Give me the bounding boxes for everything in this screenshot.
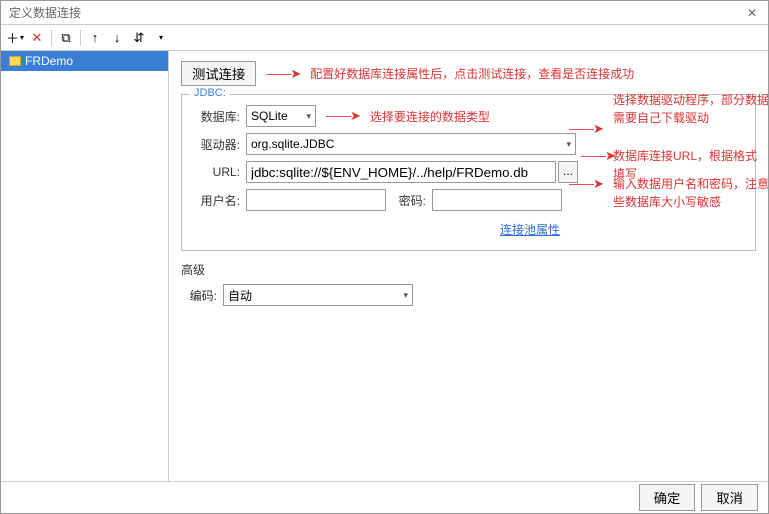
arrow-icon: ——➤	[581, 148, 615, 164]
database-value: SQLite	[251, 109, 288, 123]
move-down-button[interactable]: ↓	[107, 28, 127, 48]
chevron-down-icon: ▾	[403, 290, 408, 301]
ok-button[interactable]: 确定	[639, 484, 696, 511]
credentials-hint: 输入数据用户名和密码，注意有些数据库大小写敏感	[613, 175, 768, 211]
dialog-window: 定义数据连接 ✕ ＋▾ ✕ ⧉ ↑ ↓ ⇵ ▾ FRDemo 测试连接 ——➤ …	[0, 0, 769, 514]
add-button[interactable]: ＋▾	[5, 28, 25, 48]
password-label: 密码:	[386, 192, 426, 209]
driver-select[interactable]: org.sqlite.JDBC ▾	[246, 133, 576, 155]
test-row: 测试连接 ——➤ 配置好数据库连接属性后，点击测试连接，查看是否连接成功	[181, 61, 756, 86]
more-button[interactable]: ▾	[151, 28, 171, 48]
cancel-button[interactable]: 取消	[701, 484, 758, 511]
list-item-label: FRDemo	[25, 54, 73, 68]
close-icon[interactable]: ✕	[744, 6, 760, 20]
url-input[interactable]	[246, 161, 556, 183]
database-label: 数据库:	[190, 108, 240, 125]
arrow-icon: ——➤	[569, 121, 603, 137]
connection-pool-link[interactable]: 连接池属性	[500, 221, 560, 238]
driver-hint: 选择数据驱动程序，部分数据库需要自己下载驱动	[613, 91, 768, 127]
encoding-select[interactable]: 自动 ▾	[223, 284, 413, 306]
database-select[interactable]: SQLite ▾	[246, 105, 316, 127]
encoding-row: 编码: 自动 ▾	[181, 284, 756, 306]
footer: 确定 取消	[1, 481, 768, 513]
move-up-button[interactable]: ↑	[85, 28, 105, 48]
advanced-label: 高级	[181, 261, 756, 278]
list-item[interactable]: FRDemo	[1, 51, 168, 71]
arrow-icon: ——➤	[569, 176, 603, 192]
username-label: 用户名:	[190, 192, 240, 209]
separator	[80, 30, 81, 46]
toolbar: ＋▾ ✕ ⧉ ↑ ↓ ⇵ ▾	[1, 25, 768, 51]
test-connection-button[interactable]: 测试连接	[181, 61, 256, 86]
chevron-down-icon: ▾	[306, 111, 311, 122]
test-hint: 配置好数据库连接属性后，点击测试连接，查看是否连接成功	[310, 65, 634, 82]
url-label: URL:	[190, 165, 240, 179]
sort-button[interactable]: ⇵	[129, 28, 149, 48]
titlebar: 定义数据连接 ✕	[1, 1, 768, 25]
username-input[interactable]	[246, 189, 386, 211]
driver-value: org.sqlite.JDBC	[251, 137, 334, 151]
password-input[interactable]	[432, 189, 562, 211]
dialog-body: FRDemo 测试连接 ——➤ 配置好数据库连接属性后，点击测试连接，查看是否连…	[1, 51, 768, 481]
driver-label: 驱动器:	[190, 136, 240, 153]
encoding-value: 自动	[228, 287, 252, 304]
db-icon	[9, 56, 21, 66]
database-hint: 选择要连接的数据类型	[370, 108, 490, 125]
copy-button[interactable]: ⧉	[56, 28, 76, 48]
connection-list: FRDemo	[1, 51, 169, 481]
jdbc-legend: JDBC:	[190, 87, 230, 99]
window-title: 定义数据连接	[9, 4, 744, 21]
separator	[51, 30, 52, 46]
main-panel: 测试连接 ——➤ 配置好数据库连接属性后，点击测试连接，查看是否连接成功 JDB…	[169, 51, 768, 481]
delete-button[interactable]: ✕	[27, 28, 47, 48]
chevron-down-icon: ▾	[566, 139, 571, 150]
arrow-icon: ——➤	[326, 108, 360, 124]
arrow-icon: ——➤	[266, 66, 300, 82]
encoding-label: 编码:	[181, 287, 217, 304]
